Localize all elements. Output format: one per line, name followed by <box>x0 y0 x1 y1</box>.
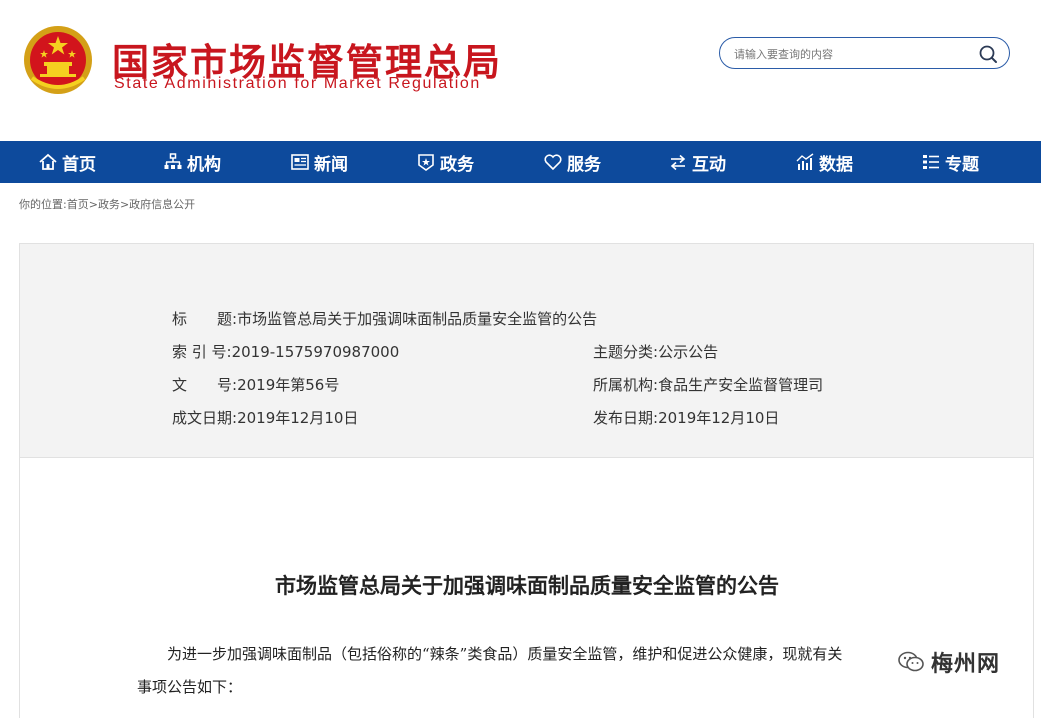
info-docno-value: 2019年第56号 <box>237 376 340 394</box>
nav-item-org[interactable]: 机构 <box>163 141 221 183</box>
info-agency-row: 所属机构:食品生产安全监督管理司 <box>593 374 823 395</box>
nav-label: 专题 <box>945 154 979 175</box>
nav-label: 服务 <box>567 154 601 175</box>
nav-item-news[interactable]: 新闻 <box>290 141 348 183</box>
info-docno-label: 文 号: <box>172 376 238 394</box>
info-created-row: 成文日期:2019年12月10日 <box>172 407 358 428</box>
nav-label: 机构 <box>187 154 221 175</box>
info-index-row: 索 引 号:2019-1575970987000 <box>172 341 399 362</box>
breadcrumb-info-public[interactable]: 政府信息公开 <box>129 198 195 211</box>
national-emblem-icon[interactable] <box>22 24 94 96</box>
site-header: 国家市场监督管理总局 State Administration for Mark… <box>0 0 1041 141</box>
info-agency-label: 所属机构: <box>593 376 659 394</box>
info-published-value: 2019年12月10日 <box>658 409 780 427</box>
main-nav: 首页 机构 新闻 政务 服务 互动 数据 专题 <box>0 141 1041 183</box>
chart-icon <box>796 153 814 170</box>
info-docno-row: 文 号:2019年第56号 <box>172 374 339 395</box>
info-category-value: 公示公告 <box>658 343 719 361</box>
nav-item-topic[interactable]: 专题 <box>921 141 979 183</box>
watermark: 梅州网 <box>893 644 1005 680</box>
org-icon <box>164 153 182 169</box>
interact-icon <box>670 154 686 171</box>
breadcrumb: 你的位置:首页>政务>政府信息公开 <box>19 196 195 212</box>
nav-label: 政务 <box>440 154 474 175</box>
info-created-label: 成文日期: <box>172 409 238 427</box>
search-input[interactable] <box>732 44 976 64</box>
affairs-icon <box>418 154 434 171</box>
info-published-row: 发布日期:2019年12月10日 <box>593 407 779 428</box>
nav-item-interact[interactable]: 互动 <box>668 141 726 183</box>
nav-item-affairs[interactable]: 政务 <box>416 141 474 183</box>
breadcrumb-affairs[interactable]: 政务 <box>98 198 120 211</box>
breadcrumb-separator: > <box>88 198 98 211</box>
breadcrumb-prefix: 你的位置: <box>19 198 67 211</box>
info-title-value: 市场监管总局关于加强调味面制品质量安全监管的公告 <box>237 310 598 328</box>
nav-label: 互动 <box>692 154 726 175</box>
info-created-value: 2019年12月10日 <box>237 409 359 427</box>
info-published-label: 发布日期: <box>593 409 659 427</box>
nav-label: 首页 <box>62 154 96 175</box>
heart-icon <box>544 154 562 171</box>
info-index-label: 索 引 号: <box>172 343 232 361</box>
nav-item-home[interactable]: 首页 <box>38 141 96 183</box>
breadcrumb-home[interactable]: 首页 <box>67 198 89 211</box>
nav-item-data[interactable]: 数据 <box>795 141 853 183</box>
info-title-row: 标 题:市场监管总局关于加强调味面制品质量安全监管的公告 <box>172 308 597 329</box>
topic-icon <box>923 155 939 169</box>
article-paragraph: 为进一步加强调味面制品（包括俗称的“辣条”类食品）质量安全监管，维护和促进公众健… <box>167 645 843 663</box>
home-icon <box>39 153 57 170</box>
search-icon[interactable] <box>978 44 998 64</box>
info-category-label: 主题分类: <box>593 343 659 361</box>
search-box <box>719 37 1010 69</box>
info-title-label: 标 题: <box>172 310 238 328</box>
breadcrumb-separator: > <box>119 198 130 211</box>
site-title-english: State Administration for Market Regulati… <box>114 75 481 92</box>
nav-label: 数据 <box>819 154 853 175</box>
nav-label: 新闻 <box>314 154 348 175</box>
info-index-value: 2019-1575970987000 <box>231 343 400 361</box>
news-icon <box>291 154 309 170</box>
watermark-text: 梅州网 <box>931 652 1001 677</box>
info-category-row: 主题分类:公示公告 <box>593 341 718 362</box>
info-agency-value: 食品生产安全监督管理司 <box>658 376 824 394</box>
article-paragraph-continued: 事项公告如下： <box>137 678 243 696</box>
article-title: 市场监管总局关于加强调味面制品质量安全监管的公告 <box>275 573 779 598</box>
wechat-icon <box>898 651 924 672</box>
nav-item-service[interactable]: 服务 <box>543 141 601 183</box>
